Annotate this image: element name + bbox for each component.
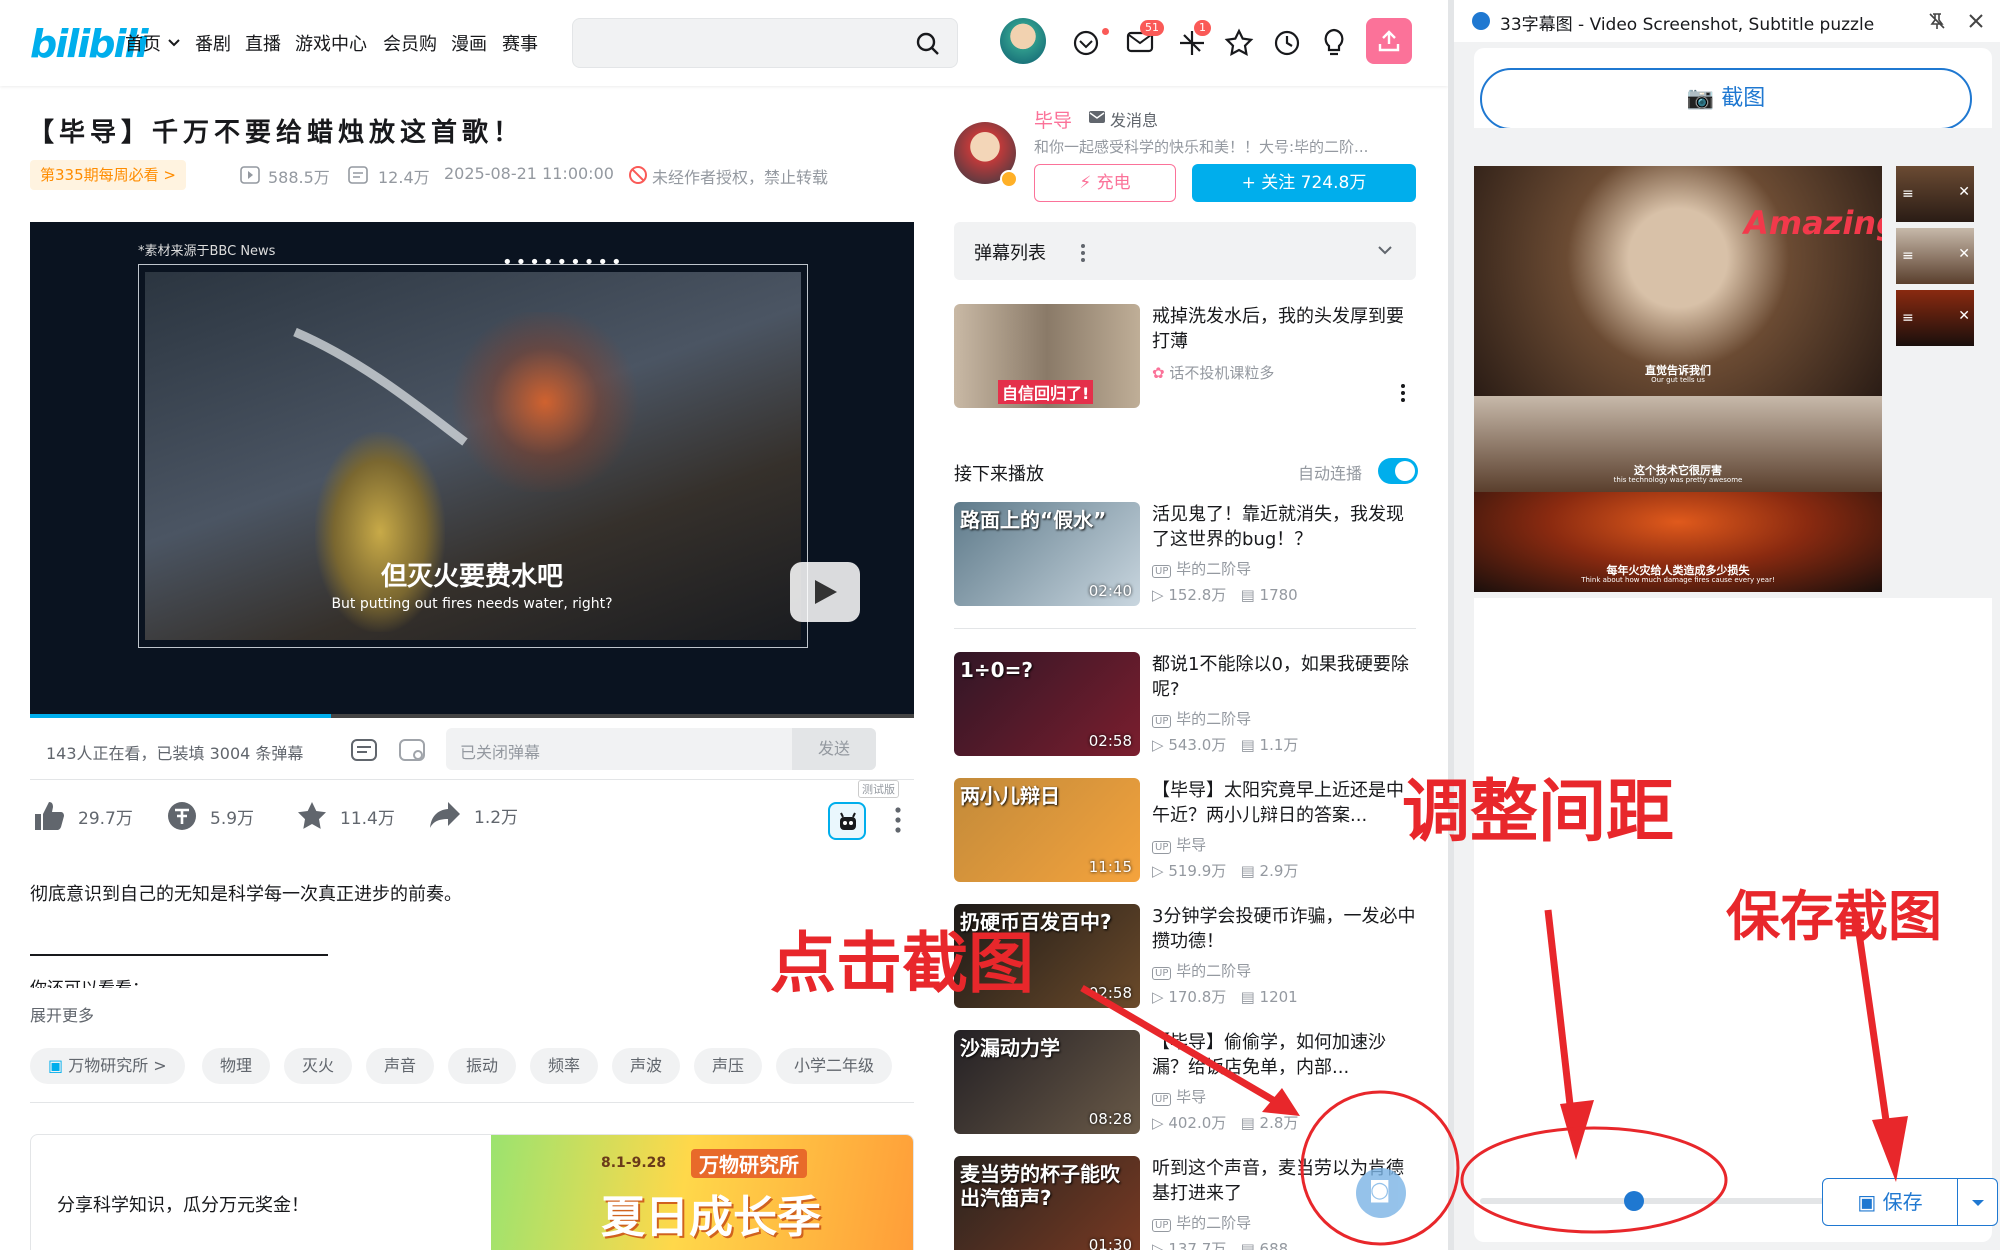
floating-camera-button[interactable]: ◙ bbox=[1356, 1168, 1406, 1218]
camera-icon: ◙ bbox=[1369, 1178, 1391, 1203]
annotation-arrows bbox=[1080, 909, 1908, 1246]
